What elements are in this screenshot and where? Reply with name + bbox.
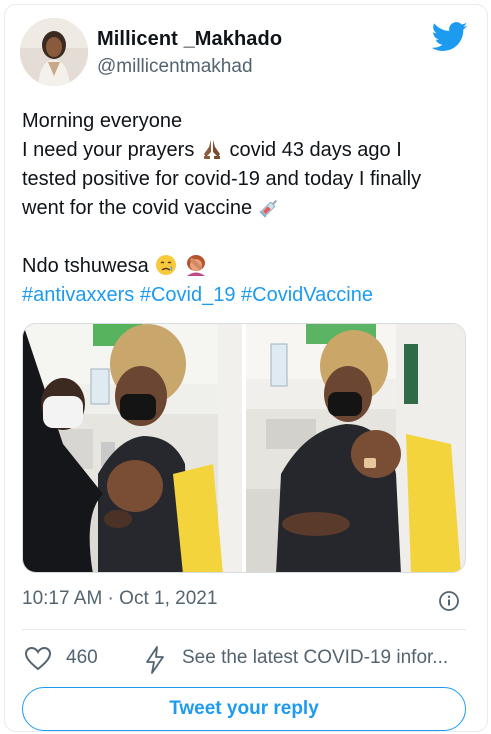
tweet-text: Morning everyone I need your prayers cov… <box>22 107 468 310</box>
crying-face-emoji-icon <box>156 255 177 275</box>
twitter-bird-icon[interactable] <box>432 22 468 52</box>
tweet-line: Ndo tshuwesa <box>22 252 468 281</box>
tweet-actions: 460 See the latest COVID-19 infor... <box>22 642 468 676</box>
vaccine-photo-right[interactable] <box>246 324 465 572</box>
hashtag-covid-19[interactable]: #Covid_19 <box>140 284 236 306</box>
person-facepalming-emoji-icon <box>186 255 205 276</box>
media-grid <box>22 323 466 573</box>
tweet-line: went for the covid vaccine <box>22 194 468 223</box>
divider <box>22 629 466 630</box>
hashtag-row: #antivaxxers #Covid_19 #CovidVaccine <box>22 281 468 310</box>
author-handle[interactable]: @millicentmakhad <box>97 56 253 78</box>
folded-hands-emoji-icon <box>203 140 220 159</box>
heart-icon[interactable] <box>24 646 52 672</box>
covid-info-link[interactable]: See the latest COVID-19 infor... <box>182 647 448 669</box>
hashtag-antivaxxers[interactable]: #antivaxxers <box>22 284 134 306</box>
lightning-bolt-icon[interactable] <box>144 645 166 675</box>
tweet-reply-button[interactable]: Tweet your reply <box>22 687 466 731</box>
vaccine-photo-left[interactable] <box>23 324 242 572</box>
tweet-timestamp[interactable]: 10:17 AM · Oct 1, 2021 <box>22 588 217 610</box>
like-count[interactable]: 460 <box>66 647 98 669</box>
tweet-line: Morning everyone <box>22 110 183 132</box>
tweet-line: tested positive for covid-19 and today I… <box>22 168 422 190</box>
tweet-line: I need your prayers covid 43 days ago I <box>22 139 402 161</box>
hashtag-covidvaccine[interactable]: #CovidVaccine <box>241 284 373 306</box>
info-icon[interactable] <box>438 590 460 612</box>
syringe-emoji-icon <box>259 199 277 218</box>
author-display-name[interactable]: Millicent _Makhado <box>97 28 282 51</box>
avatar[interactable] <box>20 18 88 86</box>
tweet-header: Millicent _Makhado @millicentmakhad <box>20 18 470 88</box>
